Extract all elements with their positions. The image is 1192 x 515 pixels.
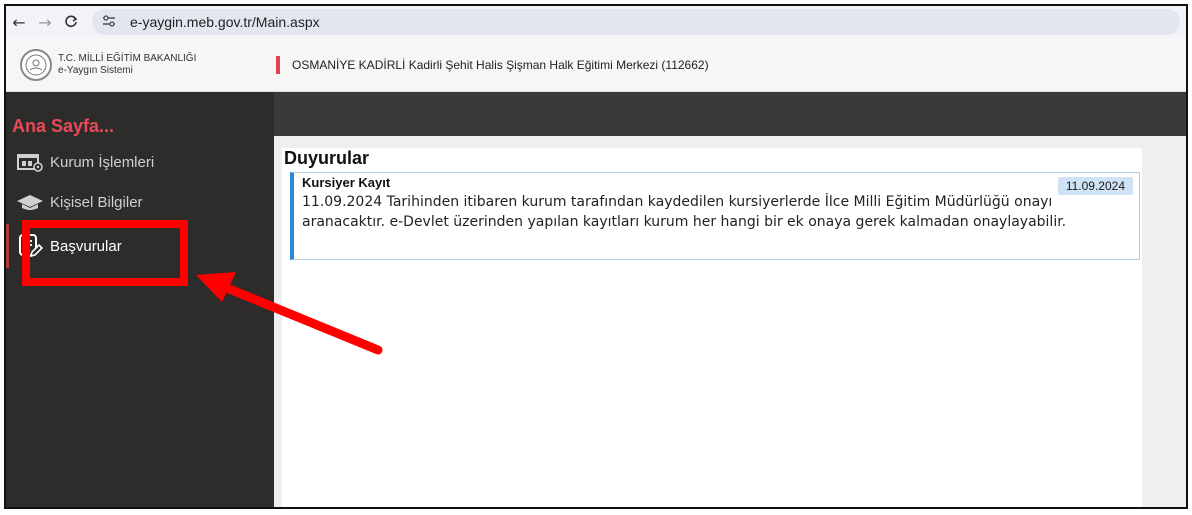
announcement-title: Kursiyer Kayıt <box>302 175 391 190</box>
annotation-highlight-box <box>22 220 188 286</box>
sidebar-item-kisisel-bilgiler[interactable]: Kişisel Bilgiler <box>14 188 143 216</box>
sidebar-item-kurum-islemleri[interactable]: Kurum İşlemleri <box>14 148 154 176</box>
sidebar-item-label: Kurum İşlemleri <box>50 153 155 171</box>
announcement-body: 11.09.2024 Tarihinden itibaren kurum tar… <box>302 194 1067 230</box>
url-text[interactable]: e-yaygin.meb.gov.tr/Main.aspx <box>130 14 320 30</box>
main-topbar <box>274 92 1186 136</box>
main-content: Duyurular Kursiyer Kayıt 11.09.2024 11.0… <box>274 92 1186 507</box>
site-info-icon[interactable] <box>102 14 124 30</box>
home-title[interactable]: Ana Sayfa... <box>12 116 114 137</box>
institution-name: OSMANİYE KADİRLİ Kadirli Şehit Halis Şiş… <box>292 57 709 72</box>
forward-arrow-icon[interactable]: → <box>32 9 58 35</box>
ministry-name: T.C. MİLLİ EĞİTİM BAKANLIĞI <box>58 52 197 64</box>
app-header: T.C. MİLLİ EĞİTİM BAKANLIĞI e-Yaygın Sis… <box>6 38 1186 92</box>
institution-settings-icon <box>14 150 46 174</box>
sidebar-item-label: Kişisel Bilgiler <box>50 193 143 211</box>
logo-text: T.C. MİLLİ EĞİTİM BAKANLIĞI e-Yaygın Sis… <box>58 53 196 77</box>
system-name: e-Yaygın Sistemi <box>58 64 133 76</box>
logo-area[interactable]: T.C. MİLLİ EĞİTİM BAKANLIĞI e-Yaygın Sis… <box>6 38 258 91</box>
panel-title: Duyurular <box>284 148 370 168</box>
address-bar[interactable]: e-yaygin.meb.gov.tr/Main.aspx <box>92 9 1180 35</box>
sidebar: Ana Sayfa... Kurum İşlemleri Kişisel Bil… <box>6 92 274 507</box>
reload-icon[interactable] <box>58 9 84 35</box>
active-item-indicator <box>6 224 9 268</box>
screenshot-frame: ← → e-yaygin.meb.gov.tr/Main.aspx T.C. M… <box>4 4 1188 509</box>
announcement-date-badge: 11.09.2024 <box>1057 177 1133 195</box>
back-arrow-icon[interactable]: ← <box>6 9 32 35</box>
institution-marker <box>276 55 280 74</box>
graduation-cap-icon <box>14 190 46 214</box>
ministry-logo-icon <box>20 48 52 81</box>
announcement-card[interactable]: Kursiyer Kayıt 11.09.2024 11.09.2024 Tar… <box>290 172 1140 260</box>
announcements-panel: Duyurular Kursiyer Kayıt 11.09.2024 11.0… <box>282 148 1142 507</box>
browser-toolbar: ← → e-yaygin.meb.gov.tr/Main.aspx <box>6 6 1186 38</box>
